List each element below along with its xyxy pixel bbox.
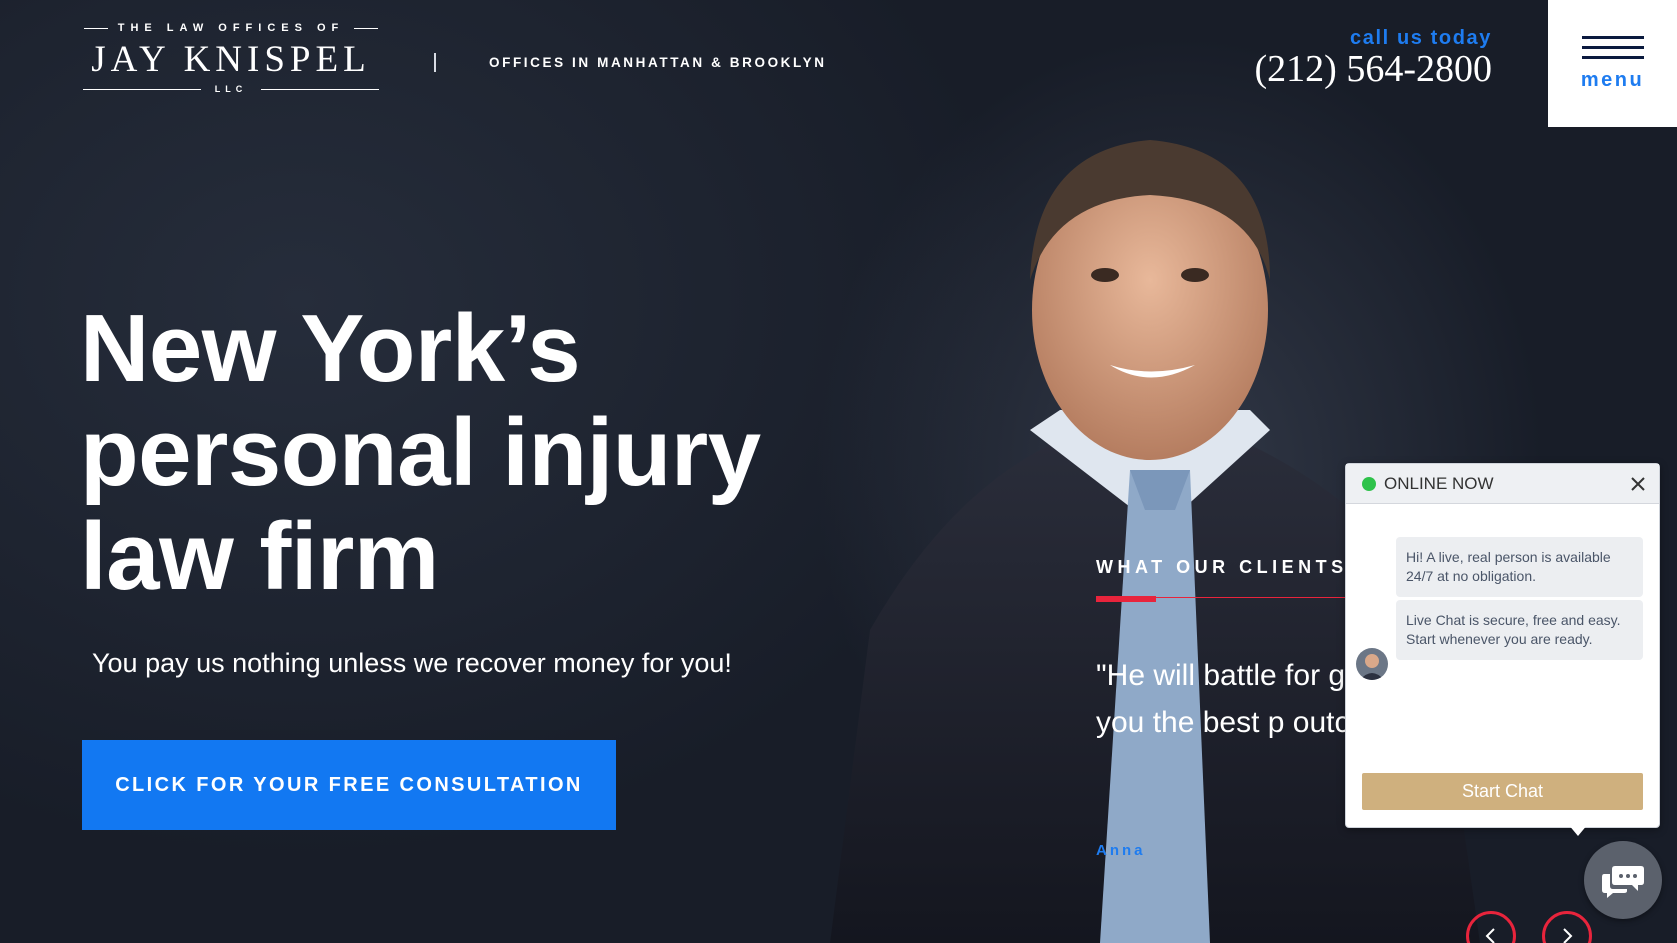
hero-headline: New York’s personal injury law firm [80, 295, 761, 610]
logo-rule [354, 27, 379, 29]
chevron-left-icon [1485, 928, 1495, 943]
testimonial-title: WHAT OUR CLIENTS [1096, 557, 1348, 577]
logo-rule [82, 88, 201, 90]
agent-avatar [1356, 648, 1388, 680]
testimonial-rule-accent [1096, 596, 1156, 602]
phone-link[interactable]: (212) 564-2800 [1255, 49, 1492, 90]
logo-top-row: THE LAW OFFICES OF [82, 22, 380, 34]
online-status-icon [1362, 476, 1376, 491]
offices-text: OFFICES IN MANHATTAN & BROOKLYN [489, 55, 827, 70]
chat-message: Hi! A live, real person is available 24/… [1396, 537, 1643, 597]
logo-suffix: LLC [214, 84, 248, 94]
chat-launcher-button[interactable] [1584, 841, 1662, 919]
logo-top-text: THE LAW OFFICES OF [117, 22, 345, 34]
chevron-right-icon [1563, 928, 1573, 943]
menu-label: menu [1580, 68, 1645, 91]
start-chat-button[interactable]: Start Chat [1362, 773, 1643, 810]
chat-icon [1602, 866, 1644, 898]
logo-rule [261, 88, 380, 90]
testimonial-author: Anna [1096, 842, 1146, 859]
firm-logo[interactable]: THE LAW OFFICES OF JAY KNISPEL LLC [82, 22, 380, 94]
hamburger-icon [1581, 35, 1644, 66]
online-status-text: ONLINE NOW [1384, 473, 1494, 493]
menu-button[interactable]: menu [1548, 0, 1677, 127]
call-block[interactable]: call us today (212) 564-2800 [1255, 28, 1492, 90]
hero-subhead: You pay us nothing unless we recover mon… [92, 648, 732, 678]
logo-name: JAY KNISPEL [91, 39, 371, 80]
chat-message: Live Chat is secure, free and easy. Star… [1396, 600, 1643, 660]
free-consultation-button[interactable]: CLICK FOR YOUR FREE CONSULTATION [82, 740, 616, 830]
header-divider [434, 53, 436, 72]
chat-header: ONLINE NOW [1346, 464, 1659, 504]
close-icon[interactable] [1629, 475, 1647, 493]
logo-bottom-row: LLC [82, 84, 380, 94]
logo-rule [83, 27, 108, 29]
chat-bubble-tail [1568, 824, 1588, 836]
live-chat-widget: ONLINE NOW Hi! A live, real person is av… [1345, 463, 1660, 828]
call-label: call us today [1350, 27, 1492, 49]
